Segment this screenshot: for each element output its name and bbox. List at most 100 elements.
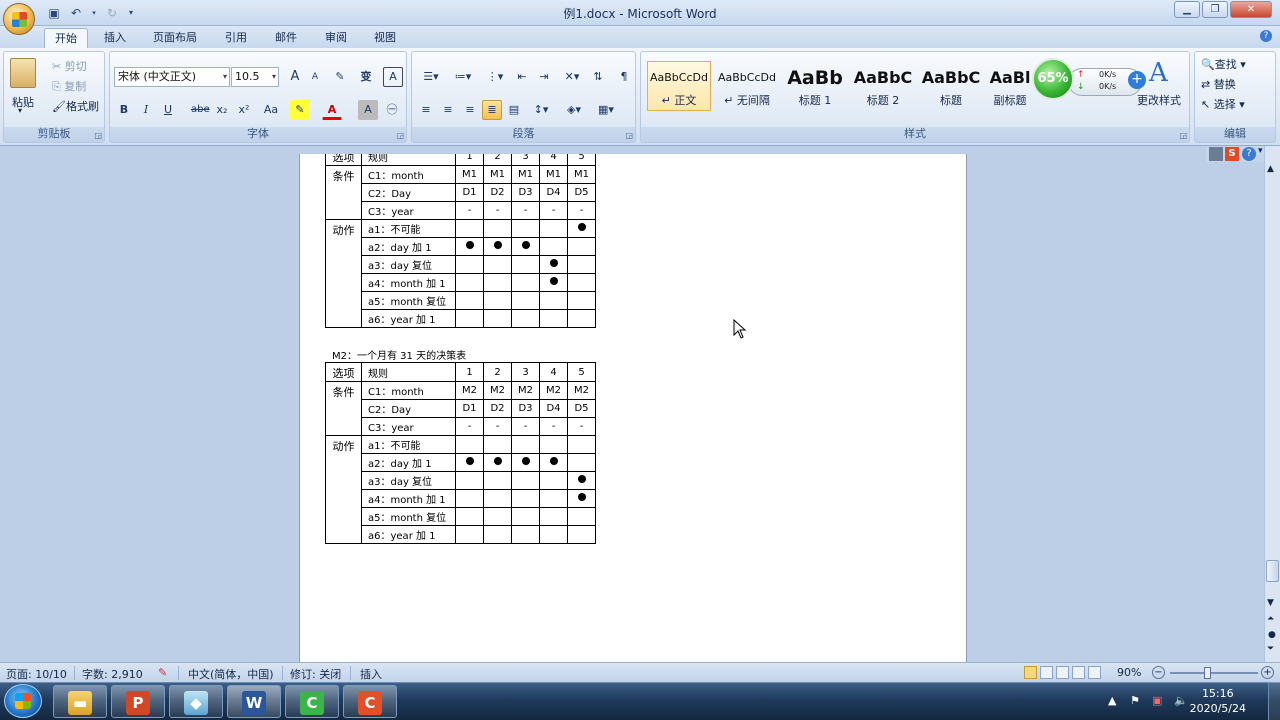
- taskbar-camtasia[interactable]: C: [285, 685, 339, 718]
- zoom-slider-track[interactable]: [1170, 672, 1258, 674]
- font-size-combo[interactable]: 10.5 ▾: [231, 67, 279, 87]
- sogou-input-icon[interactable]: S: [1225, 147, 1239, 161]
- shading-icon[interactable]: ◈▾: [560, 100, 588, 120]
- char-border-button[interactable]: A: [383, 67, 403, 87]
- show-marks-icon[interactable]: ¶: [614, 67, 634, 87]
- borders-icon[interactable]: ▦▾: [592, 100, 620, 120]
- highlight-icon[interactable]: ✎: [290, 100, 310, 120]
- proofing-icon[interactable]: ✎: [158, 666, 167, 679]
- word-count[interactable]: 字数: 2,910: [82, 666, 143, 682]
- action-center-icon[interactable]: ⚑: [1130, 694, 1140, 707]
- align-center-icon[interactable]: ≡: [438, 100, 458, 120]
- increase-indent-icon[interactable]: ⇥: [534, 67, 554, 87]
- font-launcher-icon[interactable]: ◲: [396, 131, 404, 140]
- close-button[interactable]: ✕: [1230, 1, 1272, 18]
- page-indicator[interactable]: 页面: 10/10: [6, 666, 67, 682]
- system-clock[interactable]: 15:16 2020/5/24: [1190, 686, 1246, 716]
- paste-dropdown-icon[interactable]: ▾: [18, 106, 22, 115]
- taskbar-recorder[interactable]: C: [343, 685, 397, 718]
- show-desktop-button[interactable]: [1268, 682, 1280, 720]
- superscript-button[interactable]: x²: [234, 100, 254, 120]
- style-heading-2[interactable]: AaBbC 标题 2: [851, 61, 915, 111]
- font-name-combo[interactable]: 宋体 (中文正文) ▾: [114, 67, 230, 87]
- office-button[interactable]: [3, 3, 35, 35]
- shrink-font-button[interactable]: A: [305, 67, 325, 87]
- accelerate-icon[interactable]: +: [1128, 71, 1146, 89]
- help-icon[interactable]: ?: [1242, 147, 1256, 161]
- next-page-icon[interactable]: ⏷: [1267, 644, 1274, 654]
- vertical-scrollbar[interactable]: ▲ ▼ ⏶ ● ⏷: [1264, 146, 1280, 662]
- start-button[interactable]: [4, 684, 42, 718]
- minimize-button[interactable]: ▁: [1174, 1, 1200, 18]
- select-button[interactable]: ↖ 选择 ▾: [1201, 96, 1245, 112]
- tab-page-layout[interactable]: 页面布局: [143, 28, 207, 48]
- prev-page-icon[interactable]: ⏶: [1267, 614, 1274, 624]
- network-speed-widget[interactable]: ↑ 0K/s ↓ 0K/s 65% +: [1032, 58, 1146, 104]
- help-icon[interactable]: ?: [1260, 30, 1272, 42]
- char-shading-icon[interactable]: A: [358, 100, 378, 120]
- taskbar-powerpoint[interactable]: P: [111, 685, 165, 718]
- full-screen-icon[interactable]: [1040, 666, 1053, 679]
- track-changes-indicator[interactable]: 修订: 关闭: [290, 666, 341, 682]
- print-layout-icon[interactable]: [1024, 666, 1037, 679]
- scroll-up-icon[interactable]: ▲: [1267, 164, 1274, 174]
- tab-mailings[interactable]: 邮件: [265, 28, 307, 48]
- style-heading-1[interactable]: AaBb 标题 1: [783, 61, 847, 111]
- justify-icon[interactable]: ≣: [482, 100, 502, 120]
- bold-button[interactable]: B: [114, 100, 134, 120]
- language-indicator[interactable]: 中文(简体，中国): [188, 666, 274, 682]
- outline-icon[interactable]: [1072, 666, 1085, 679]
- insert-mode-indicator[interactable]: 插入: [360, 666, 382, 682]
- paste-button[interactable]: 粘贴: [12, 94, 34, 110]
- font-color-icon[interactable]: A: [322, 100, 342, 120]
- decrease-indent-icon[interactable]: ⇤: [512, 67, 532, 87]
- copy-button[interactable]: ⎘ 复制: [52, 78, 86, 94]
- italic-button[interactable]: I: [136, 100, 156, 120]
- clear-formatting-button[interactable]: ✎: [330, 67, 350, 87]
- tab-view[interactable]: 视图: [364, 28, 406, 48]
- cut-button[interactable]: ✂ 剪切: [52, 58, 87, 74]
- tab-review[interactable]: 审阅: [315, 28, 357, 48]
- align-left-icon[interactable]: ≡: [416, 100, 436, 120]
- bullets-icon[interactable]: ☰▾: [416, 67, 446, 87]
- zoom-slider-thumb[interactable]: [1204, 667, 1211, 679]
- subscript-button[interactable]: x₂: [212, 100, 232, 120]
- scroll-down-icon[interactable]: ▼: [1267, 598, 1274, 608]
- chevron-down-icon[interactable]: ▾: [1258, 146, 1263, 156]
- distributed-icon[interactable]: ▤: [504, 100, 524, 120]
- show-hidden-icons-icon[interactable]: ▲: [1108, 694, 1116, 707]
- line-spacing-icon[interactable]: ↕▾: [528, 100, 554, 120]
- replace-button[interactable]: ⇄ 替换: [1201, 76, 1236, 92]
- maximize-button[interactable]: ❐: [1202, 1, 1228, 18]
- strikethrough-button[interactable]: abe: [190, 100, 210, 120]
- tab-insert[interactable]: 插入: [94, 28, 136, 48]
- network-icon[interactable]: ▣: [1152, 694, 1162, 707]
- enclose-char-icon[interactable]: ㊀: [382, 100, 402, 120]
- phonetic-guide-button[interactable]: 变: [356, 67, 376, 87]
- style-no-spacing[interactable]: AaBbCcDd ↵ 无间隔: [715, 61, 779, 111]
- align-right-icon[interactable]: ≡: [460, 100, 480, 120]
- change-case-button[interactable]: Aa: [258, 100, 284, 120]
- find-button[interactable]: 🔍查找 ▾: [1201, 56, 1246, 72]
- volume-icon[interactable]: 🔈: [1174, 694, 1188, 707]
- multilevel-list-icon[interactable]: ⋮▾: [480, 67, 510, 87]
- style-title[interactable]: AaBbC 标题: [919, 61, 983, 111]
- asian-layout-icon[interactable]: ✕▾: [558, 67, 586, 87]
- paste-icon[interactable]: [10, 58, 36, 88]
- grid-icon[interactable]: [1209, 147, 1223, 161]
- style-subtitle[interactable]: AaBl 副标题: [987, 61, 1033, 111]
- change-styles-icon[interactable]: A: [1149, 58, 1168, 88]
- numbering-icon[interactable]: ≔▾: [448, 67, 478, 87]
- web-layout-icon[interactable]: [1056, 666, 1069, 679]
- tab-references[interactable]: 引用: [215, 28, 257, 48]
- draft-icon[interactable]: [1088, 666, 1101, 679]
- paragraph-launcher-icon[interactable]: ◲: [625, 131, 633, 140]
- tab-home[interactable]: 开始: [44, 28, 88, 48]
- zoom-in-icon[interactable]: +: [1261, 666, 1274, 679]
- styles-launcher-icon[interactable]: ◲: [1179, 131, 1187, 140]
- format-painter-button[interactable]: 🖌格式刷: [52, 98, 99, 114]
- taskbar-word[interactable]: W: [227, 685, 281, 718]
- underline-button[interactable]: U: [158, 100, 178, 120]
- clipboard-launcher-icon[interactable]: ◲: [94, 131, 102, 140]
- browse-object-icon[interactable]: ●: [1268, 630, 1276, 640]
